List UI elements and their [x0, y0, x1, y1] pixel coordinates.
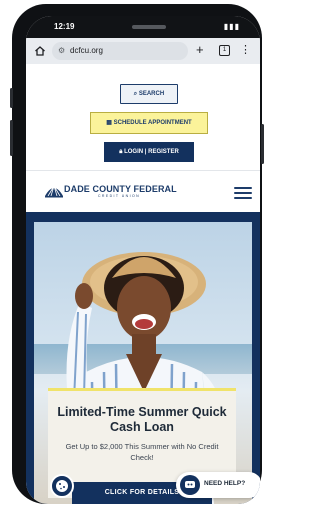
site-settings-icon[interactable]: ⚙ [58, 46, 65, 56]
search-button[interactable]: ⌕ SEARCH [120, 84, 178, 104]
phone-frame: 12:19 ▮▮▮ ⚙ dcfcu.org + 1 ⋮ ⌕ SEARCH ▦ S… [10, 4, 264, 504]
status-time: 12:19 [54, 22, 75, 31]
phone-side-button [10, 88, 13, 108]
hamburger-menu-icon[interactable] [234, 187, 252, 199]
promo-text: Get Up to $2,000 This Summer with No Cre… [65, 442, 219, 462]
login-register-button[interactable]: 🔒︎ LOGIN | REGISTER [104, 142, 194, 162]
cookie-icon [56, 480, 68, 492]
promo-title: Limited-Time Summer Quick Cash Loan [57, 405, 227, 434]
need-help-label: NEED HELP? [204, 480, 246, 487]
need-help-chat-button[interactable]: NEED HELP? [176, 472, 260, 498]
cookie-settings-button[interactable] [50, 474, 74, 498]
tab-switcher-icon[interactable]: 1 [219, 45, 230, 56]
logo-subtitle: CREDIT UNION [98, 194, 141, 198]
new-tab-icon[interactable]: + [196, 42, 204, 58]
phone-volume-button [10, 120, 13, 156]
address-url: dcfcu.org [70, 46, 103, 55]
calendar-icon: ▦ [106, 120, 112, 126]
search-icon: ⌕ [133, 91, 138, 97]
site-header: DADE COUNTY FEDERAL CREDIT UNION [26, 170, 260, 212]
status-bar: 12:19 ▮▮▮ [26, 16, 260, 38]
address-bar[interactable]: ⚙ dcfcu.org [52, 42, 188, 60]
chat-icon [180, 475, 200, 495]
lock-icon: 🔒︎ [119, 149, 123, 155]
schedule-appointment-button[interactable]: ▦ SCHEDULE APPOINTMENT [90, 112, 208, 134]
appointment-label: SCHEDULE APPOINTMENT [113, 120, 192, 126]
logo-name[interactable]: DADE COUNTY FEDERAL [64, 184, 177, 194]
browser-menu-icon[interactable]: ⋮ [240, 43, 251, 57]
phone-screen: 12:19 ▮▮▮ ⚙ dcfcu.org + 1 ⋮ ⌕ SEARCH ▦ S… [26, 16, 260, 504]
utility-bar: ⌕ SEARCH ▦ SCHEDULE APPOINTMENT 🔒︎ LOGIN… [26, 64, 260, 166]
login-label: LOGIN | REGISTER [124, 149, 179, 155]
browser-toolbar: ⚙ dcfcu.org + 1 ⋮ [26, 38, 260, 64]
home-icon[interactable] [34, 45, 46, 57]
phone-power-button [261, 124, 264, 164]
camera-notch [132, 25, 166, 29]
status-icons: ▮▮▮ [223, 22, 240, 31]
search-label: SEARCH [138, 91, 165, 97]
shell-logo-icon[interactable] [44, 183, 64, 199]
